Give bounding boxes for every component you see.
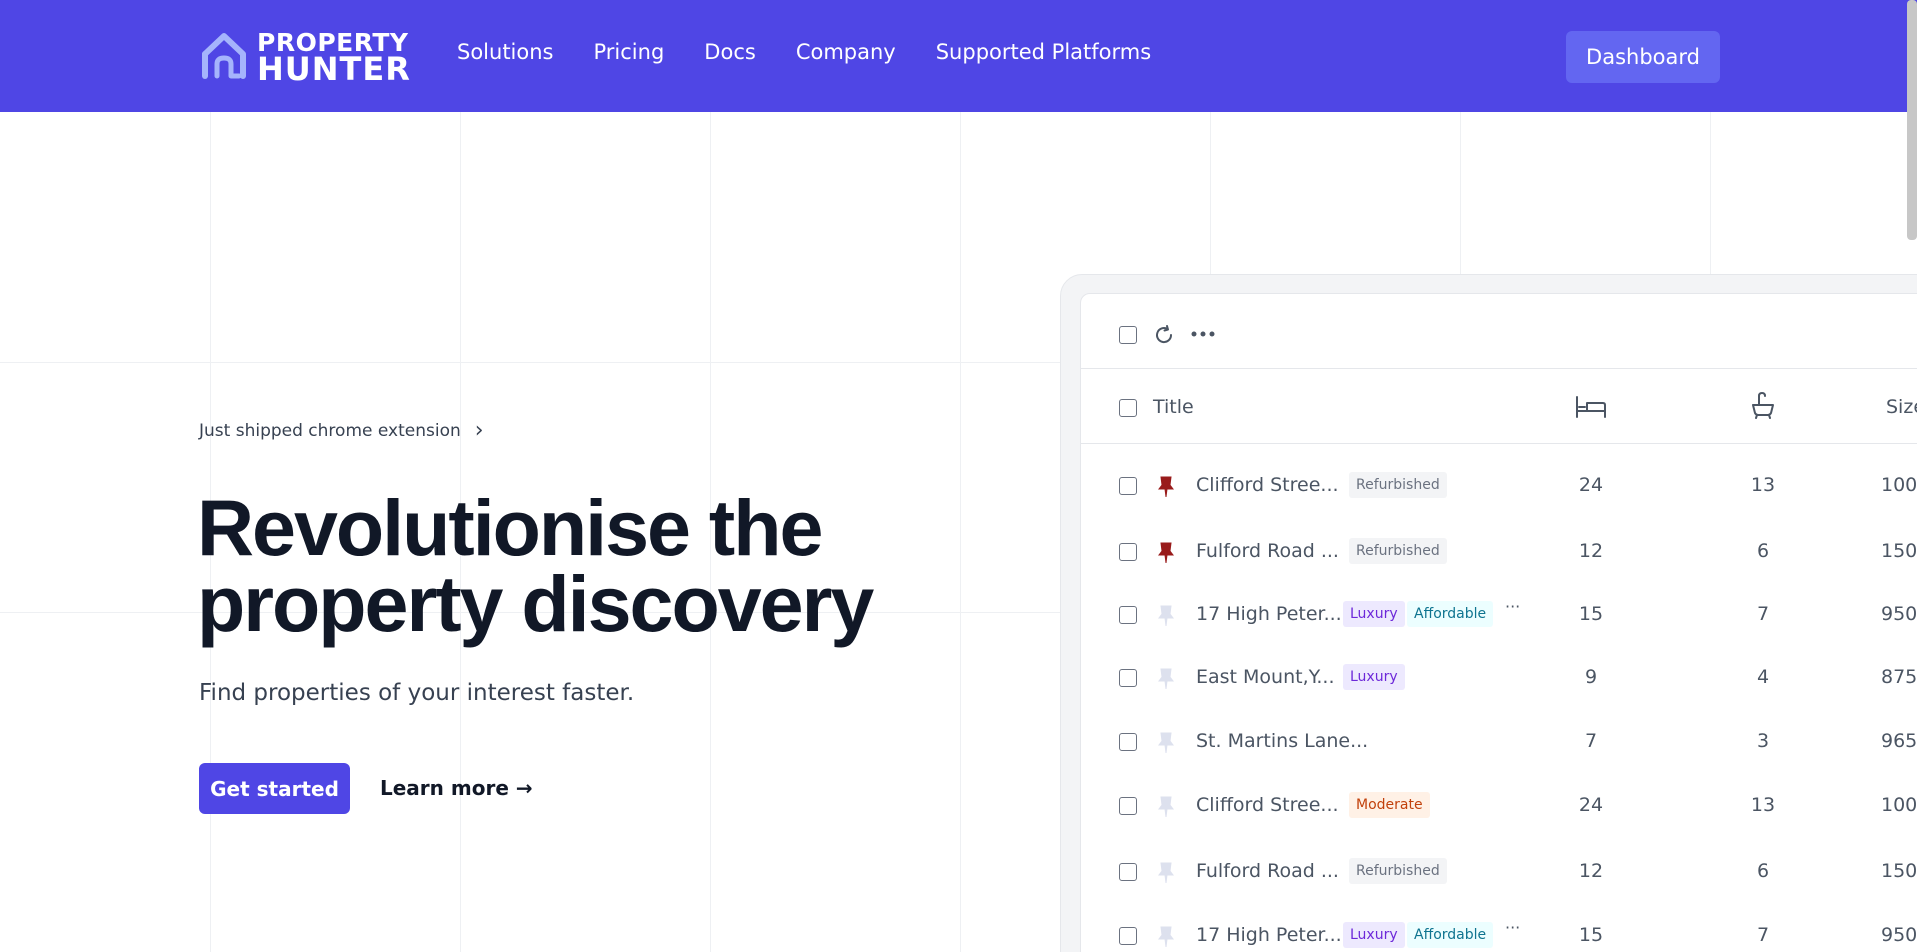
baths-value: 6 <box>1756 540 1770 562</box>
size-value: 965 <box>1881 730 1917 752</box>
size-value: 150 <box>1881 540 1917 562</box>
tag-affordable: Affordable <box>1407 922 1494 948</box>
baths-value: 7 <box>1756 603 1770 625</box>
table-row[interactable]: Clifford Stree... Refurbished 24 13 100 <box>1081 454 1917 518</box>
pin-icon[interactable] <box>1157 668 1175 690</box>
logo[interactable]: PROPERTY HUNTER <box>199 28 411 88</box>
row-title[interactable]: Clifford Stree... <box>1196 474 1339 496</box>
pin-icon[interactable] <box>1157 796 1175 818</box>
size-value: 100 <box>1881 794 1917 816</box>
select-all-checkbox[interactable] <box>1119 326 1137 344</box>
row-title[interactable]: Clifford Stree... <box>1196 794 1339 816</box>
beds-value: 9 <box>1584 666 1598 688</box>
announcement-link[interactable]: Just shipped chrome extension › <box>199 418 484 443</box>
bathtub-icon <box>1752 392 1774 419</box>
table-row[interactable]: East Mount,Y... Luxury 9 4 875 <box>1081 646 1917 710</box>
row-checkbox[interactable] <box>1119 477 1137 495</box>
table-header: Title Size <box>1081 369 1917 444</box>
beds-value: 12 <box>1578 860 1604 882</box>
row-checkbox[interactable] <box>1119 669 1137 687</box>
table-row[interactable]: St. Martins Lane... 7 3 965 <box>1081 710 1917 774</box>
pin-icon[interactable] <box>1157 862 1175 884</box>
tag-moderate: Moderate <box>1349 792 1430 818</box>
nav-company[interactable]: Company <box>796 40 896 64</box>
row-title[interactable]: 17 High Peter... <box>1196 924 1342 946</box>
learn-more-link[interactable]: Learn more → <box>380 776 533 800</box>
announcement-text: Just shipped chrome extension <box>199 420 461 441</box>
row-checkbox[interactable] <box>1119 543 1137 561</box>
beds-value: 24 <box>1578 794 1604 816</box>
tag-refurbished: Refurbished <box>1349 538 1447 564</box>
row-title[interactable]: East Mount,Y... <box>1196 666 1335 688</box>
size-value: 100 <box>1881 474 1917 496</box>
row-checkbox[interactable] <box>1119 606 1137 624</box>
column-title: Title <box>1153 396 1194 418</box>
dashboard-button[interactable]: Dashboard <box>1566 31 1720 83</box>
baths-value: 6 <box>1756 860 1770 882</box>
house-logo-icon <box>202 33 246 79</box>
row-checkbox[interactable] <box>1119 797 1137 815</box>
get-started-button[interactable]: Get started <box>199 763 350 814</box>
logo-line2: HUNTER <box>257 50 411 88</box>
size-value: 150 <box>1881 860 1917 882</box>
table-row[interactable]: 17 High Peter... Luxury Affordable ··· 15 7 95… <box>1081 904 1917 952</box>
tags-overflow-icon[interactable]: ··· <box>1505 918 1520 937</box>
chevron-right-icon: › <box>474 418 484 443</box>
pin-icon[interactable] <box>1157 732 1175 754</box>
beds-value: 15 <box>1578 603 1604 625</box>
tag-luxury: Luxury <box>1343 922 1405 948</box>
table-row[interactable]: Fulford Road ... Refurbished 12 6 150 <box>1081 840 1917 904</box>
property-table-card: Title Size Clifford Stree... Refurbished 2… <box>1080 293 1917 952</box>
more-options-icon[interactable] <box>1191 330 1215 338</box>
baths-value: 7 <box>1756 924 1770 946</box>
baths-value: 3 <box>1756 730 1770 752</box>
row-title[interactable]: St. Martins Lane... <box>1196 730 1368 752</box>
column-size: Size <box>1886 396 1917 418</box>
beds-value: 15 <box>1578 924 1604 946</box>
tags-overflow-icon[interactable]: ··· <box>1505 597 1520 616</box>
row-title[interactable]: 17 High Peter... <box>1196 603 1342 625</box>
row-checkbox[interactable] <box>1119 733 1137 751</box>
size-value: 875 <box>1881 666 1917 688</box>
pin-icon[interactable] <box>1157 926 1175 948</box>
tag-luxury: Luxury <box>1343 664 1405 690</box>
tag-refurbished: Refurbished <box>1349 858 1447 884</box>
baths-value: 13 <box>1750 474 1776 496</box>
baths-value: 13 <box>1750 794 1776 816</box>
hero-title: Revolutionise the property discovery <box>197 483 874 648</box>
scrollbar-thumb[interactable] <box>1907 0 1917 240</box>
row-title[interactable]: Fulford Road ... <box>1196 860 1339 882</box>
table-row[interactable]: 17 High Peter... Luxury Affordable ··· 15 7 95… <box>1081 583 1917 647</box>
table-toolbar <box>1081 294 1917 369</box>
main-menu: Solutions Pricing Docs Company Supported… <box>457 40 1151 64</box>
top-navbar: PROPERTY HUNTER Solutions Pricing Docs C… <box>0 0 1917 112</box>
table-row[interactable]: Fulford Road ... Refurbished 12 6 150 <box>1081 520 1917 584</box>
tag-luxury: Luxury <box>1343 601 1405 627</box>
size-value: 950 <box>1881 924 1917 946</box>
nav-supported-platforms[interactable]: Supported Platforms <box>936 40 1151 64</box>
nav-solutions[interactable]: Solutions <box>457 40 554 64</box>
beds-value: 24 <box>1578 474 1604 496</box>
pin-icon[interactable] <box>1157 476 1175 498</box>
header-checkbox[interactable] <box>1119 399 1137 417</box>
tag-affordable: Affordable <box>1407 601 1494 627</box>
bed-icon <box>1576 396 1606 418</box>
logo-wordmark: PROPERTY HUNTER <box>257 30 411 88</box>
row-checkbox[interactable] <box>1119 927 1137 945</box>
table-row[interactable]: Clifford Stree... Moderate 24 13 100 <box>1081 774 1917 838</box>
row-title[interactable]: Fulford Road ... <box>1196 540 1339 562</box>
beds-value: 7 <box>1584 730 1598 752</box>
landing-page: PROPERTY HUNTER Solutions Pricing Docs C… <box>0 0 1917 952</box>
tag-refurbished: Refurbished <box>1349 472 1447 498</box>
hero-subtitle: Find properties of your interest faster. <box>199 680 635 706</box>
nav-pricing[interactable]: Pricing <box>594 40 665 64</box>
pin-icon[interactable] <box>1157 605 1175 627</box>
beds-value: 12 <box>1578 540 1604 562</box>
size-value: 950 <box>1881 603 1917 625</box>
nav-docs[interactable]: Docs <box>704 40 756 64</box>
baths-value: 4 <box>1756 666 1770 688</box>
refresh-icon[interactable] <box>1153 324 1175 346</box>
pin-icon[interactable] <box>1157 542 1175 564</box>
row-checkbox[interactable] <box>1119 863 1137 881</box>
